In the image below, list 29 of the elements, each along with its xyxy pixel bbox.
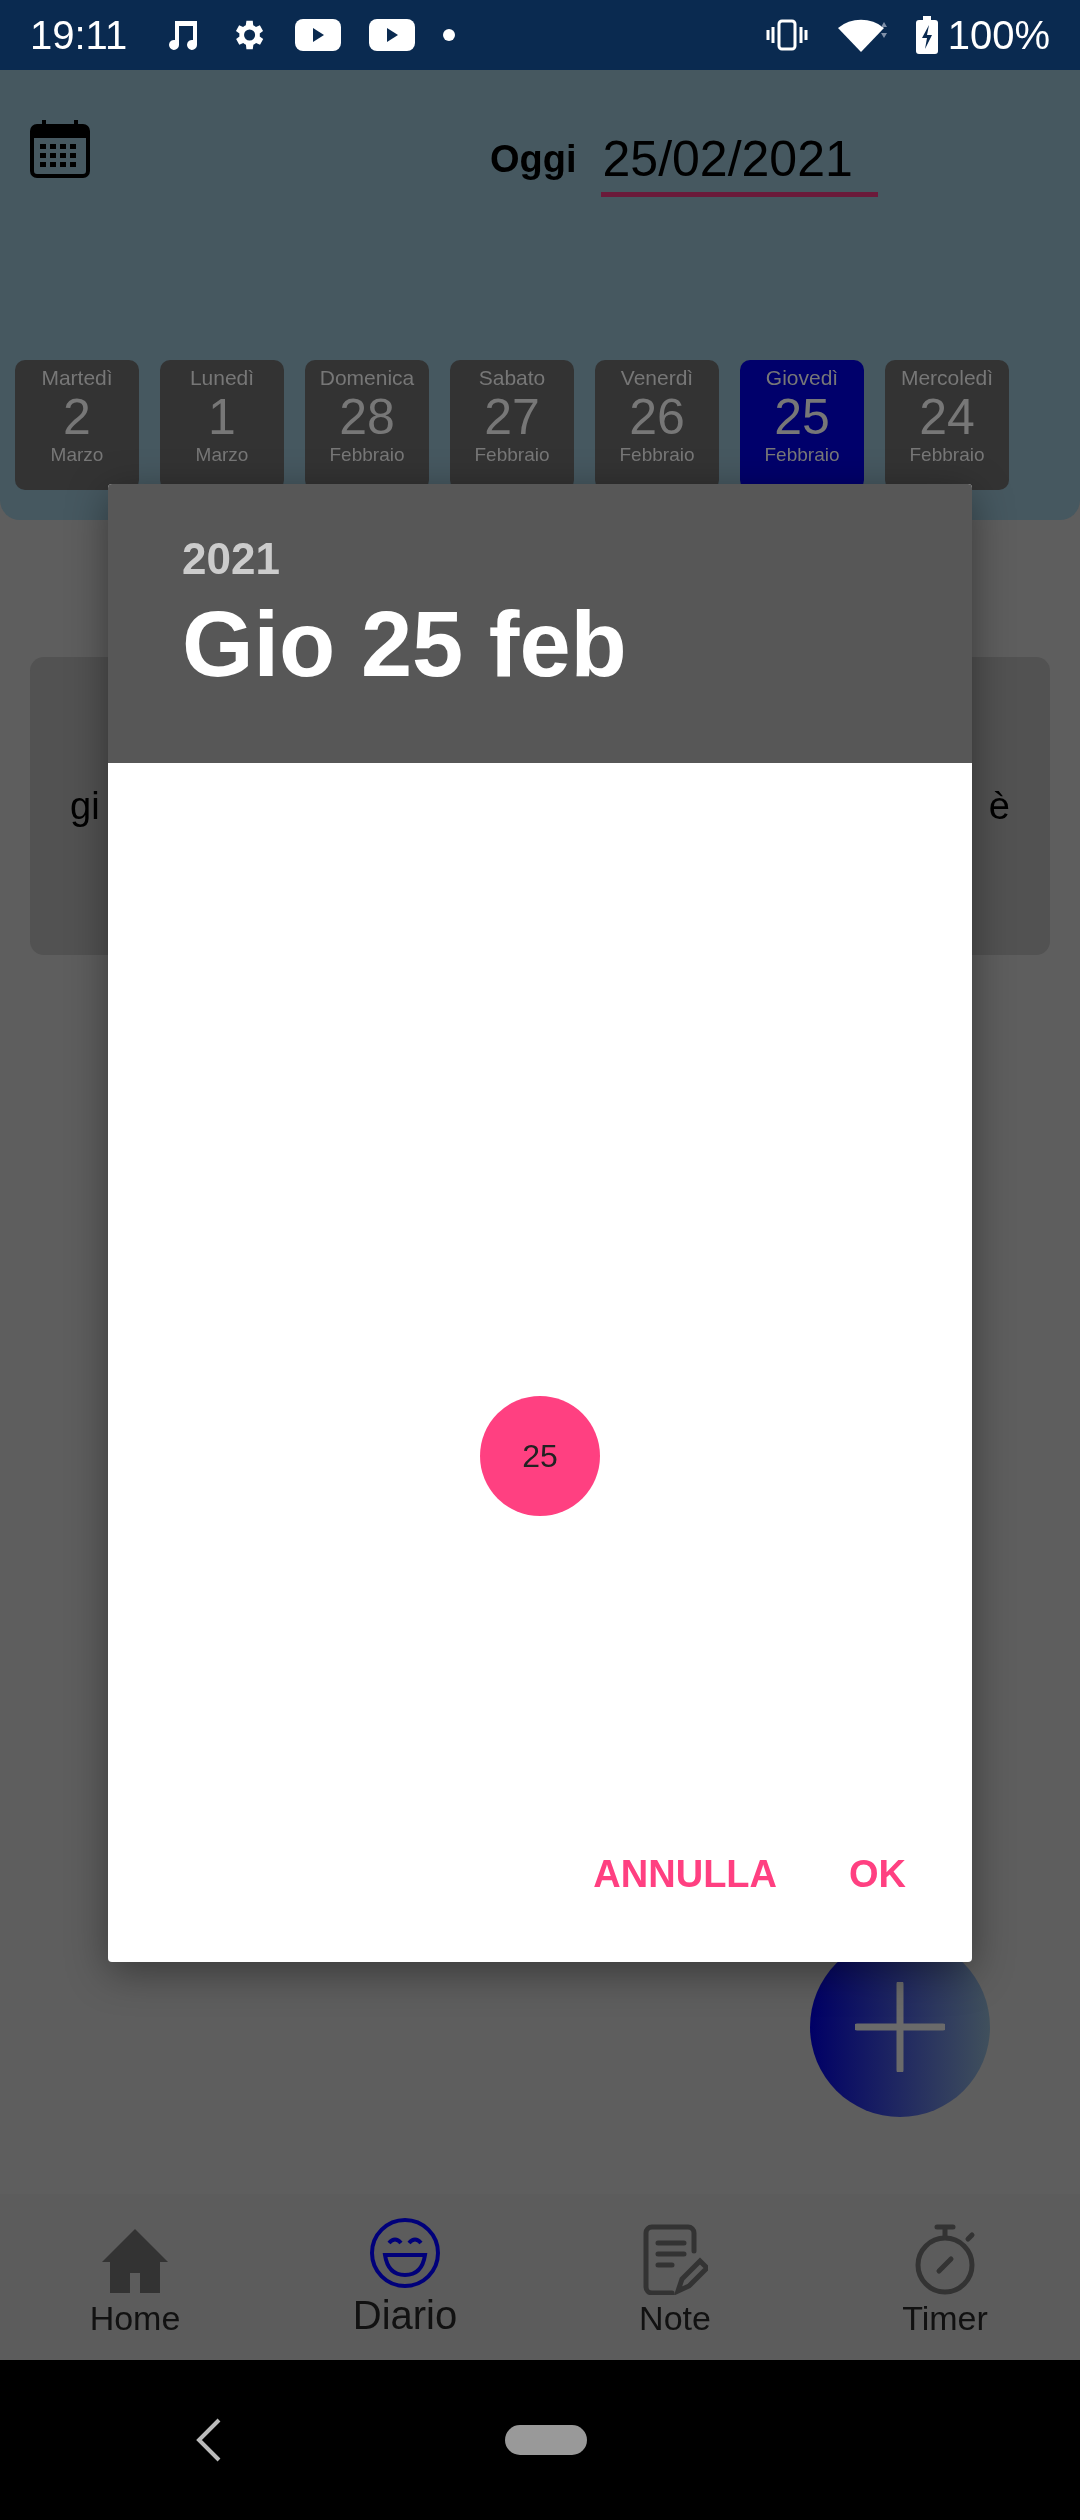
- battery-icon: [915, 16, 938, 54]
- nav-tab[interactable]: Note: [575, 2223, 775, 2338]
- play-icon: [369, 19, 416, 51]
- clock-time: 19:11: [30, 12, 128, 58]
- ok-button[interactable]: OK: [833, 1843, 922, 1906]
- vibrate-icon: [765, 19, 808, 51]
- card-text: è: [988, 784, 1010, 828]
- cancel-button[interactable]: ANNULLA: [577, 1843, 793, 1906]
- day-tab[interactable]: Mercoledì 24 Febbraio: [885, 360, 1009, 490]
- dot-icon: [443, 29, 456, 41]
- calendar-icon[interactable]: [30, 118, 90, 178]
- note-edit-icon: [642, 2223, 708, 2295]
- play-icon: [295, 19, 342, 51]
- card-text: gi: [70, 784, 100, 828]
- today-label: Oggi: [490, 138, 577, 181]
- wifi-icon: [835, 18, 888, 52]
- smiley-icon: [369, 2217, 441, 2289]
- selected-day[interactable]: 25: [480, 1396, 600, 1516]
- back-icon[interactable]: [195, 2416, 223, 2464]
- plus-icon: [855, 1982, 945, 2072]
- selected-date: Gio 25 feb: [182, 592, 628, 697]
- nav-tab[interactable]: Timer: [845, 2223, 1045, 2338]
- day-tab[interactable]: Martedì 2 Marzo: [15, 360, 139, 490]
- date-field[interactable]: 25/02/2021: [600, 130, 878, 197]
- year-label[interactable]: 2021: [182, 534, 972, 584]
- battery-percent: 100%: [947, 12, 1050, 58]
- nav-tab[interactable]: Diario: [305, 2217, 505, 2338]
- home-pill[interactable]: [505, 2425, 587, 2455]
- nav-tab[interactable]: Home: [35, 2225, 235, 2338]
